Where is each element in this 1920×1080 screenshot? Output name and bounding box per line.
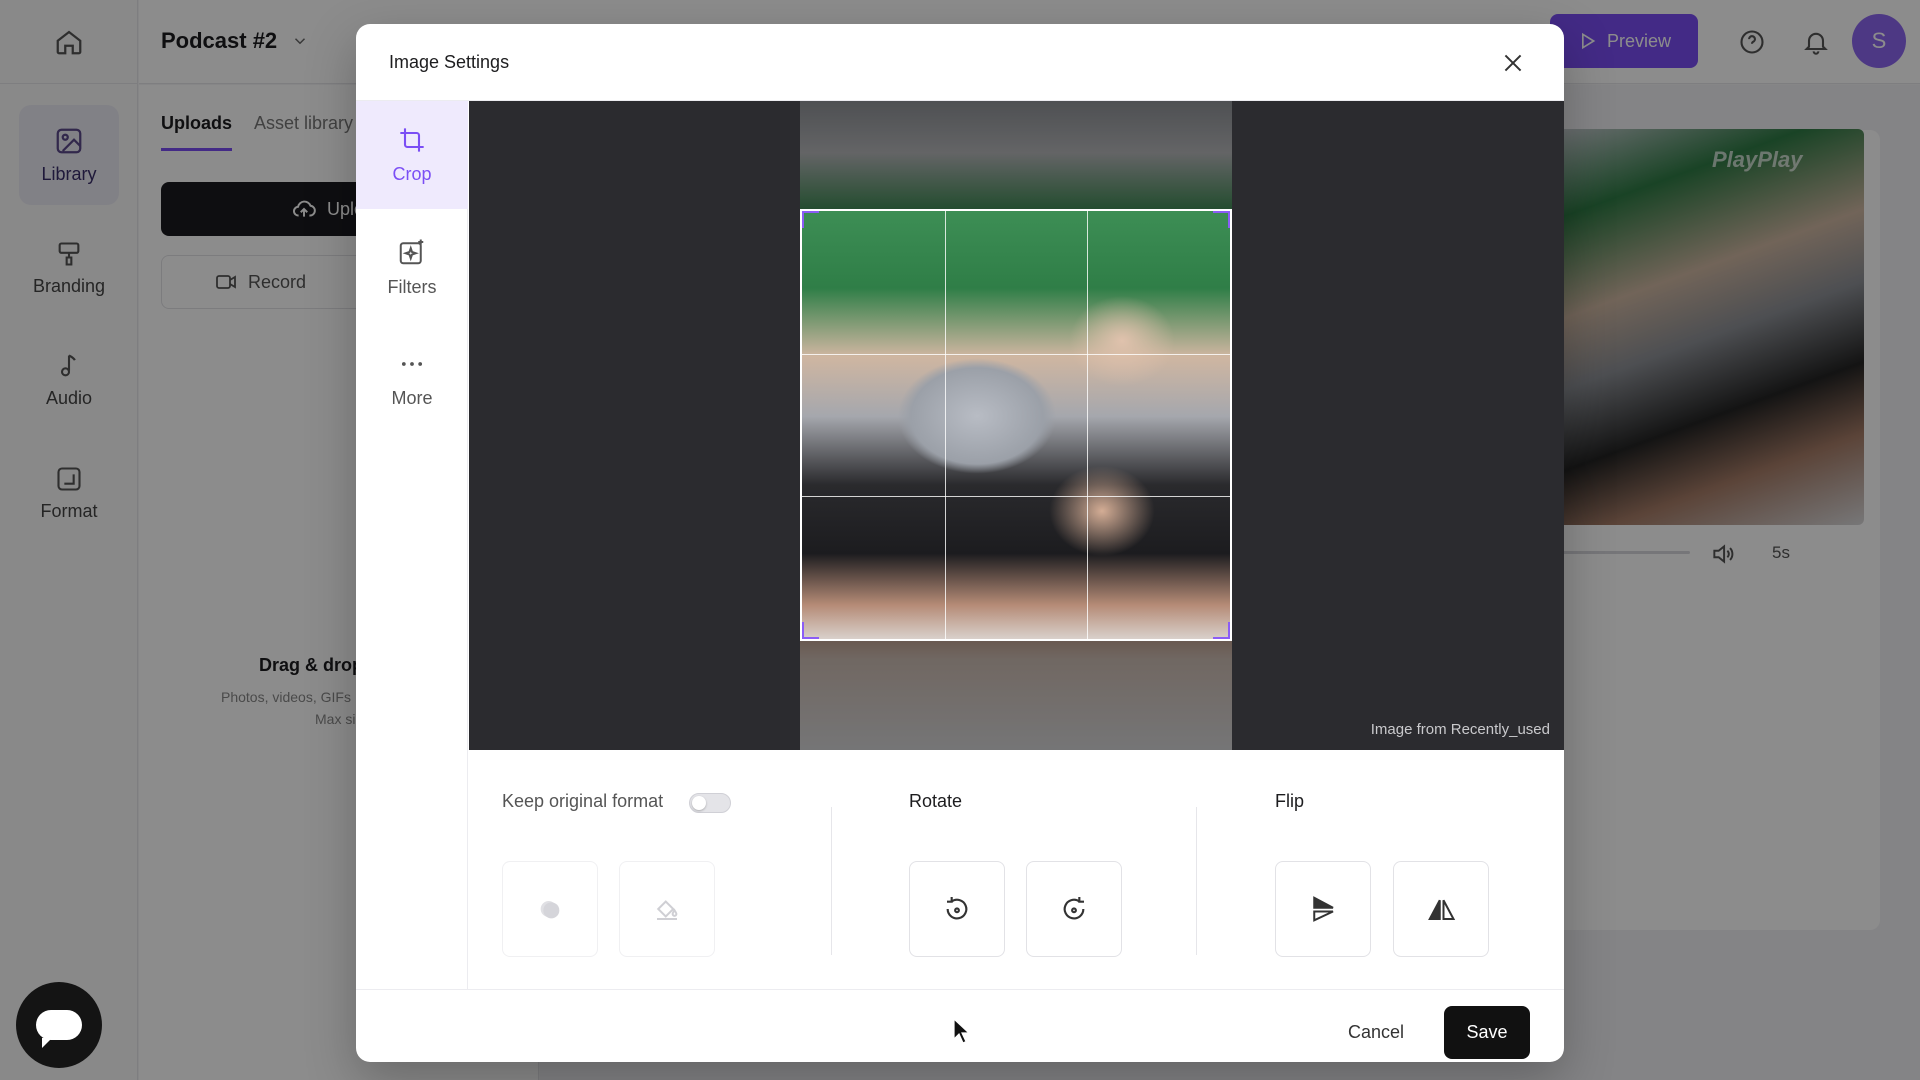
rotate-left-button[interactable] xyxy=(909,861,1005,957)
toggle-knob xyxy=(692,796,706,810)
crop-handle-bottom-right[interactable] xyxy=(1213,622,1230,639)
crop-grid-line xyxy=(802,496,1230,498)
tool-more[interactable]: More xyxy=(356,325,468,433)
cancel-button[interactable]: Cancel xyxy=(1330,1006,1422,1059)
rotate-label: Rotate xyxy=(909,791,963,811)
paint-bucket-icon xyxy=(656,900,678,920)
flip-label: Flip xyxy=(1275,791,1305,811)
mouse-cursor-icon xyxy=(953,1018,971,1044)
fit-mode-button[interactable] xyxy=(502,861,598,957)
chat-support-button[interactable] xyxy=(16,982,102,1068)
tool-filters[interactable]: Filters xyxy=(356,213,468,321)
image-source-caption: Image from Recently_used xyxy=(1370,721,1550,738)
crop-handle-top-right[interactable] xyxy=(1213,211,1230,228)
flip-vertical-icon xyxy=(1313,896,1334,922)
modal-title: Image Settings xyxy=(389,52,510,72)
fill-mode-button[interactable] xyxy=(619,861,715,957)
rotate-right-button[interactable] xyxy=(1026,861,1122,957)
crop-grid-line xyxy=(1087,211,1089,639)
flip-vertical-button[interactable] xyxy=(1275,861,1371,957)
crop-stage: Image from Recently_used xyxy=(469,101,1564,750)
flip-horizontal-button[interactable] xyxy=(1393,861,1489,957)
rotate-right-icon xyxy=(1063,897,1085,920)
crop-controls: Keep original format Rotate Flip xyxy=(469,751,1564,989)
chat-bubble-icon xyxy=(36,1010,82,1048)
keep-original-format-toggle[interactable] xyxy=(689,793,731,813)
image-settings-modal: Image Settings Crop Filters More Image f… xyxy=(356,24,1564,1062)
rotate-left-icon xyxy=(946,897,968,920)
close-button[interactable] xyxy=(1496,46,1530,80)
crop-grid-line xyxy=(944,211,946,639)
crop-area[interactable] xyxy=(800,209,1232,641)
sparkle-icon xyxy=(399,239,424,264)
more-dots-icon xyxy=(401,361,423,366)
tool-more-label: More xyxy=(391,387,433,408)
tool-filters-label: Filters xyxy=(387,276,437,297)
tool-crop-label: Crop xyxy=(392,163,432,184)
circle-fill-icon xyxy=(540,901,560,919)
section-divider xyxy=(831,807,832,955)
keep-original-format-label: Keep original format xyxy=(502,791,664,811)
tool-crop[interactable]: Crop xyxy=(356,101,468,209)
crop-handle-bottom-left[interactable] xyxy=(802,622,819,639)
crop-handle-top-left[interactable] xyxy=(802,211,819,228)
section-divider xyxy=(1196,807,1197,955)
save-button[interactable]: Save xyxy=(1444,1006,1530,1059)
modal-header: Image Settings xyxy=(356,24,1564,101)
close-icon xyxy=(1504,54,1522,72)
tool-rail: Crop Filters More xyxy=(356,101,468,989)
crop-icon xyxy=(400,127,424,152)
flip-horizontal-icon xyxy=(1428,899,1456,920)
crop-grid-line xyxy=(802,353,1230,355)
